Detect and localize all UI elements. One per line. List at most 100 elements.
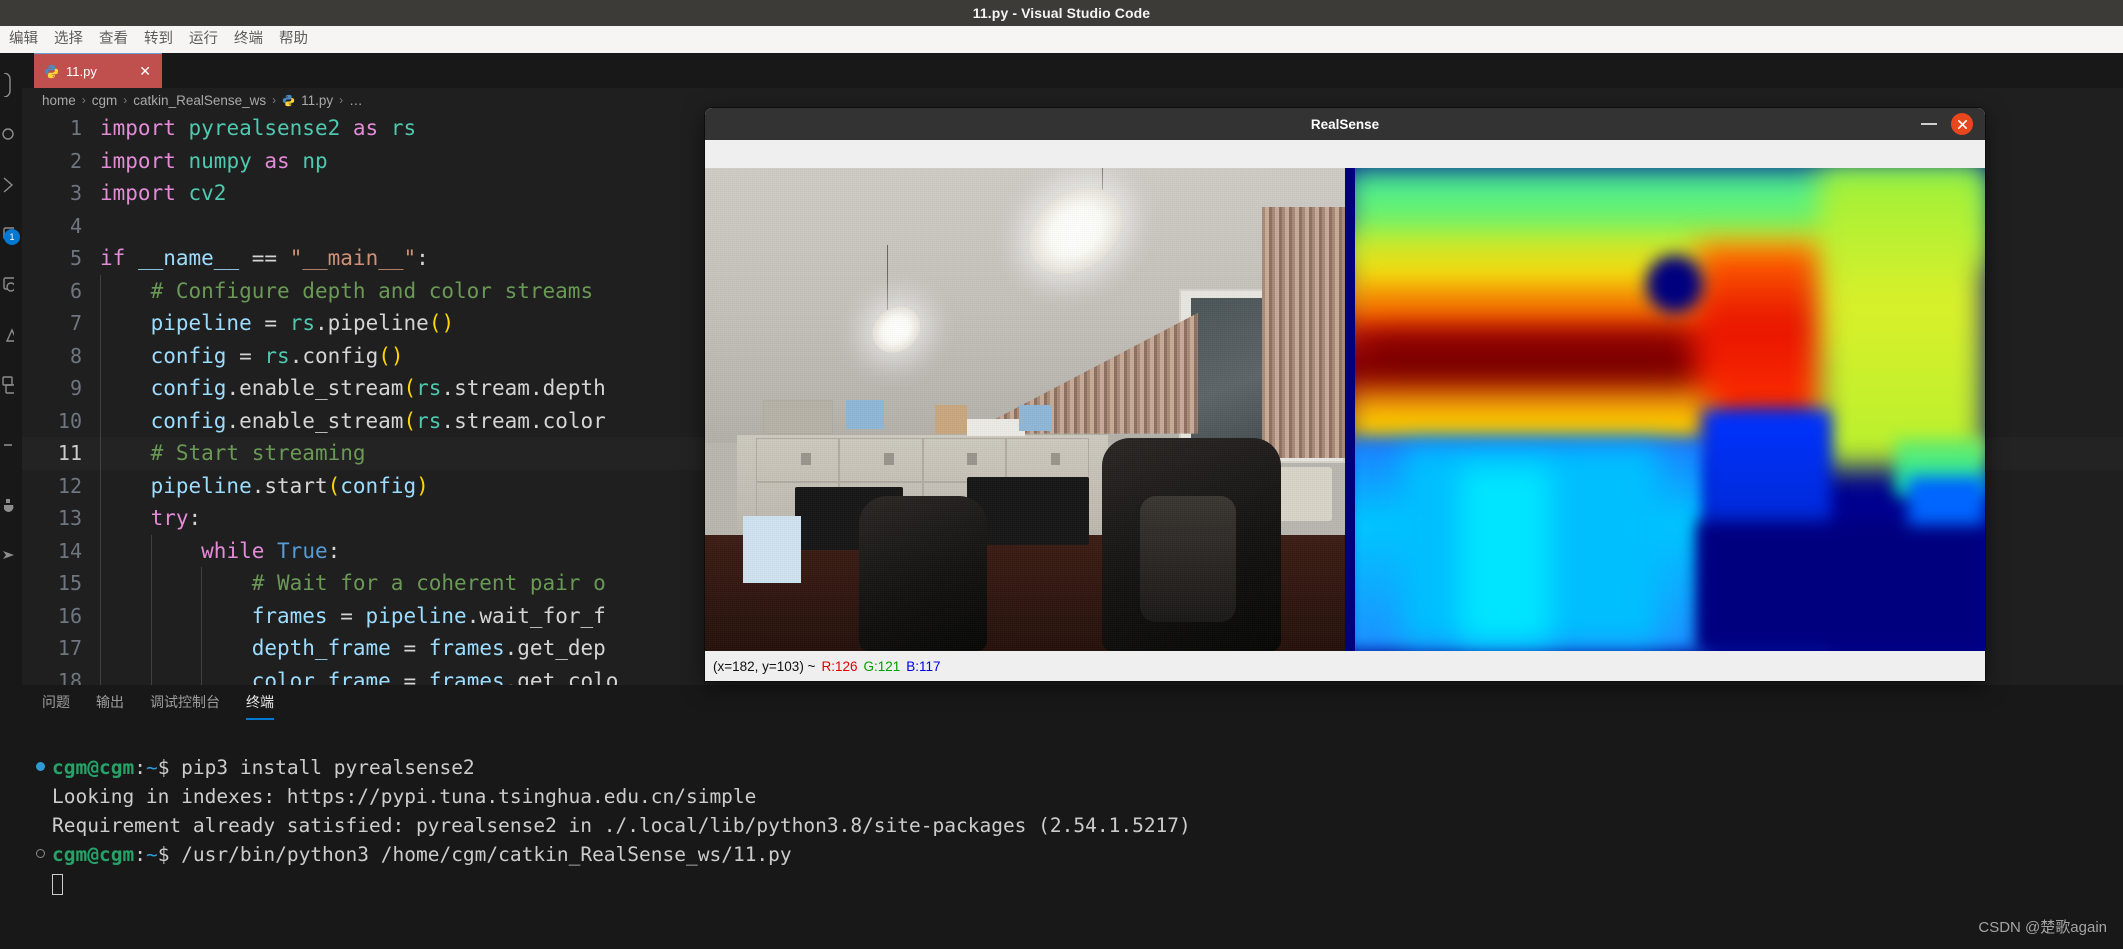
- code-token: numpy: [188, 148, 252, 173]
- menu-item-goto[interactable]: 转到: [144, 32, 173, 47]
- code-token: .: [226, 408, 240, 433]
- code-token: :: [188, 506, 202, 530]
- menu-item-edit[interactable]: 编辑: [9, 32, 38, 47]
- code-token: .: [441, 408, 455, 433]
- search-icon[interactable]: [0, 115, 22, 155]
- indent-guide: [150, 632, 152, 665]
- code-token: rs: [416, 408, 442, 433]
- terminal-prompt-symbol: $: [157, 843, 182, 866]
- code-token: pipeline: [150, 311, 252, 335]
- code-token: :: [327, 538, 341, 563]
- code-token: config: [150, 376, 227, 400]
- indent-guide: [100, 534, 101, 567]
- code-token: wait_for_f: [479, 603, 606, 628]
- menu-item-help[interactable]: 帮助: [279, 32, 308, 47]
- code-token: start: [264, 473, 328, 498]
- run-icon[interactable]: [0, 165, 22, 205]
- terminal-output[interactable]: cgm@cgm:~$ pip3 install pyrealsense2 Look…: [22, 725, 2123, 949]
- terminal-command: pip3 install pyrealsense2: [181, 756, 475, 779]
- indent-guide: [150, 567, 152, 600]
- terminal-output-line: Requirement already satisfied: pyrealsen…: [52, 814, 1191, 837]
- code-token: .: [466, 603, 480, 628]
- menu-item-run[interactable]: 运行: [189, 32, 218, 47]
- code-token: cv2: [188, 181, 227, 205]
- close-icon[interactable]: [1951, 113, 1973, 135]
- tab-terminal[interactable]: 终端: [246, 685, 274, 720]
- debug-icon[interactable]: [0, 265, 22, 305]
- testing-icon[interactable]: [0, 425, 22, 465]
- breadcrumb-segment-cgm[interactable]: cgm: [92, 93, 118, 108]
- code-token: pipeline: [150, 473, 252, 498]
- bottom-panel: 问题 输出 调试控制台 终端 cgm@cgm:~$ pip3 install p…: [22, 685, 2123, 949]
- terminal-prompt-symbol: $: [157, 756, 182, 779]
- extensions-icon[interactable]: [0, 315, 22, 355]
- code-token: .: [529, 376, 543, 400]
- code-token: rs: [289, 311, 315, 335]
- code-token: =: [340, 603, 353, 628]
- tab-output[interactable]: 输出: [96, 685, 124, 720]
- tab-problems[interactable]: 问题: [42, 685, 70, 720]
- indent-guide: [100, 274, 101, 307]
- ros-icon[interactable]: [0, 535, 22, 575]
- code-token: "__main__": [289, 246, 417, 270]
- docker-icon[interactable]: [0, 483, 22, 523]
- line-number: 13: [57, 506, 82, 530]
- code-token: pipeline: [365, 603, 467, 628]
- indent-guide: [201, 567, 203, 600]
- terminal-user: cgm@cgm: [52, 843, 135, 866]
- menu-item-view[interactable]: 查看: [99, 32, 128, 47]
- realsense-window[interactable]: RealSense (x=182, y=103) ~ R:126 G:121 B…: [705, 108, 1985, 681]
- code-token: (): [378, 343, 404, 368]
- editor-tab-11py[interactable]: 11.py ✕: [34, 53, 162, 88]
- code-token: (): [428, 311, 455, 335]
- tab-debug-console[interactable]: 调试控制台: [150, 685, 220, 720]
- code-token: (: [403, 408, 417, 433]
- breadcrumb-segment-more[interactable]: …: [349, 93, 363, 108]
- code-token: .: [441, 376, 455, 400]
- python-icon: [44, 64, 59, 78]
- code-token: pipeline: [327, 311, 429, 335]
- remote-explorer-icon[interactable]: [0, 365, 22, 405]
- minimize-icon[interactable]: [1921, 123, 1937, 125]
- app-root: 11.py - Visual Studio Code 编辑 选择 查看 转到 运…: [0, 0, 2123, 949]
- code-token: pyrealsense2: [188, 116, 341, 140]
- panel-tabbar: 问题 输出 调试控制台 终端: [22, 685, 2123, 720]
- code-token: =: [403, 668, 417, 686]
- explorer-icon[interactable]: [0, 65, 22, 105]
- code-token: (: [327, 473, 341, 498]
- indent-guide: [201, 632, 203, 665]
- indent-guide: [100, 664, 101, 685]
- code-token: while: [201, 538, 265, 563]
- breadcrumb-segment-home[interactable]: home: [42, 93, 76, 108]
- indent-guide: [100, 599, 101, 632]
- terminal-line: [52, 869, 2123, 898]
- indent-guide: [100, 437, 101, 470]
- realsense-toolbar: [705, 140, 1985, 168]
- code-token: rs: [416, 376, 442, 400]
- code-token: config: [340, 473, 417, 498]
- line-number: 14: [57, 538, 82, 563]
- code-token: config: [150, 343, 227, 368]
- code-token: =: [403, 636, 417, 660]
- breadcrumb-separator: ›: [81, 93, 86, 107]
- indent-guide: [100, 372, 101, 405]
- breadcrumb-segment-file[interactable]: 11.py: [301, 93, 333, 108]
- depth-stream-image: [1345, 168, 1985, 651]
- menu-item-select[interactable]: 选择: [54, 32, 83, 47]
- terminal-colon: :: [134, 756, 146, 779]
- line-number: 11: [57, 441, 82, 465]
- code-token: __name__: [137, 246, 240, 270]
- code-token: # Wait for a coherent pair o: [251, 571, 606, 595]
- menu-item-terminal[interactable]: 终端: [234, 32, 263, 47]
- breadcrumb-segment-ws[interactable]: catkin_RealSense_ws: [133, 93, 266, 108]
- color-stream-pane: [705, 168, 1345, 651]
- code-token: True: [277, 538, 328, 563]
- close-icon[interactable]: ✕: [136, 64, 154, 78]
